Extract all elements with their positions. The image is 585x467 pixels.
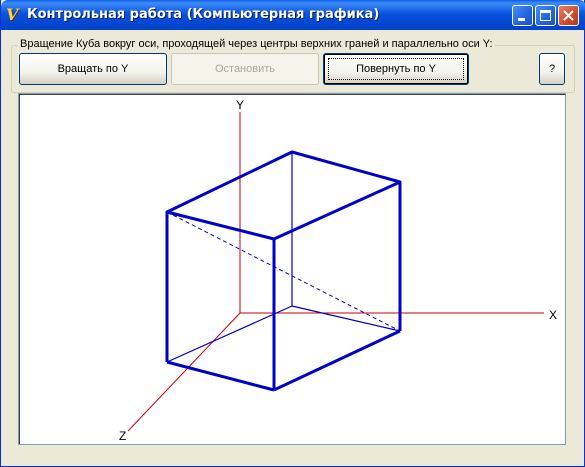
app-icon: V [6,5,19,24]
title-bar[interactable]: V Контрольная работа (Компьютерная графи… [1,0,585,30]
focus-rect [328,58,464,80]
help-button[interactable]: ? [539,53,565,85]
close-icon [563,10,574,21]
close-button[interactable] [558,5,579,26]
minimize-button[interactable] [512,5,533,26]
stop-button[interactable]: Остановить [171,53,319,85]
cube-back-edge-bottom-right [291,305,401,332]
y-axis-label: Y [236,98,244,112]
cube-top-face [165,150,402,241]
minimize-icon [518,18,525,21]
groupbox-label: Вращение Куба вокруг оси, проходящей чер… [18,38,495,50]
maximize-button[interactable] [535,5,556,26]
main-window: V Контрольная работа (Компьютерная графи… [0,0,585,467]
z-axis-label: Z [119,429,126,443]
turn-y-button[interactable]: Повернуть по Y [323,53,469,85]
window-title: Контрольная работа (Компьютерная графика… [27,7,380,22]
rotate-y-button[interactable]: Вращать по Y [19,53,167,85]
drawing-canvas: Y X Z [18,93,566,445]
z-axis [127,312,241,432]
cube-edge-bottom-front-left [166,360,275,392]
maximize-icon [540,10,551,21]
x-axis-label: X [549,308,557,322]
scene-svg: Y X Z [119,98,557,443]
cube-edge-bottom-front-right [273,329,401,392]
